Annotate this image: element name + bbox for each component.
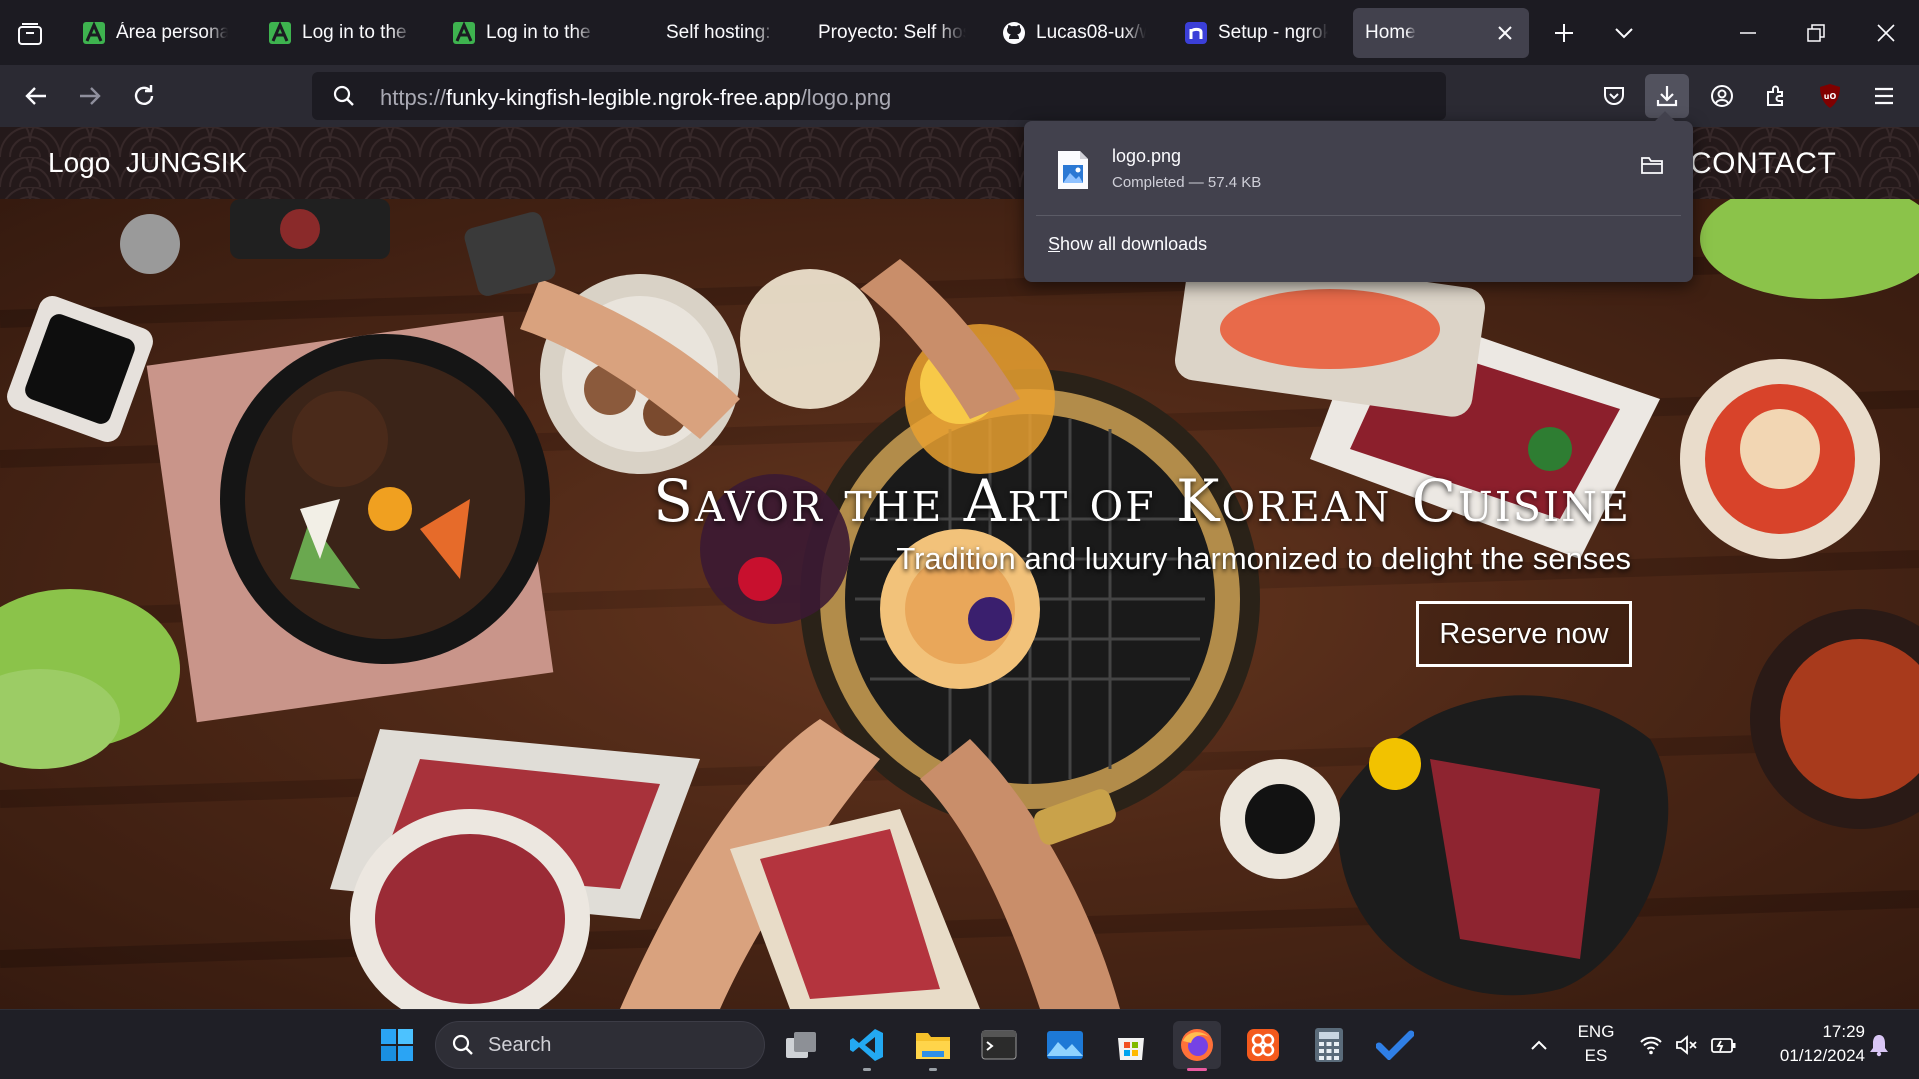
downloads-button[interactable] bbox=[1645, 74, 1689, 118]
image-file-icon bbox=[1056, 149, 1090, 196]
tab-github[interactable]: Lucas08-ux/w bbox=[990, 8, 1158, 58]
search-icon bbox=[332, 84, 356, 108]
show-all-downloads-link[interactable]: Show all downloads bbox=[1048, 234, 1207, 255]
downloads-panel: logo.png Completed — 57.4 KB Show all do… bbox=[1024, 111, 1693, 282]
url-path: /logo.png bbox=[800, 85, 892, 110]
show-hidden-icons-chevron[interactable] bbox=[1515, 1021, 1563, 1069]
new-tab-icon[interactable] bbox=[1548, 17, 1580, 49]
restore-icon[interactable] bbox=[1800, 17, 1832, 49]
running-indicator bbox=[929, 1068, 937, 1071]
ublock-origin-icon[interactable]: uO bbox=[1808, 74, 1852, 118]
tab-self-hosting[interactable]: Self hosting: c bbox=[654, 8, 788, 58]
show-all-label: how all downloads bbox=[1060, 234, 1208, 254]
tab-title: Área personal bbox=[116, 22, 228, 43]
url-text: https://funky-kingfish-legible.ngrok-fre… bbox=[380, 85, 891, 111]
tab-ngrok-setup[interactable]: Setup - ngrok bbox=[1172, 8, 1340, 58]
wifi-icon[interactable] bbox=[1638, 1032, 1664, 1058]
forward-button[interactable] bbox=[68, 74, 112, 118]
firefox-icon[interactable] bbox=[1173, 1021, 1221, 1071]
hero-section: Savor the Art of Korean Cuisine Traditio… bbox=[0, 199, 1919, 1009]
pocket-button[interactable] bbox=[1592, 74, 1636, 118]
tab-log-in-1[interactable]: Log in to the s bbox=[256, 8, 424, 58]
search-placeholder: Search bbox=[488, 1033, 552, 1056]
svg-text:uO: uO bbox=[1824, 92, 1837, 101]
tab-strip: Área personal Log in to the s Log in to … bbox=[0, 0, 1919, 65]
close-window-icon[interactable] bbox=[1870, 17, 1902, 49]
moodle-a-icon bbox=[268, 21, 292, 45]
tab-title: Log in to the s bbox=[302, 22, 412, 43]
photos-icon[interactable] bbox=[1041, 1021, 1089, 1069]
tab-manager-icon[interactable] bbox=[14, 18, 46, 50]
download-file-name: logo.png bbox=[1112, 146, 1182, 166]
battery-charging-icon[interactable] bbox=[1710, 1032, 1738, 1058]
microsoft-store-icon[interactable] bbox=[1107, 1021, 1155, 1069]
download-status: Completed — 57.4 KB bbox=[1112, 174, 1262, 191]
moodle-a-icon bbox=[452, 21, 476, 45]
clock-date: 01/12/2024 bbox=[1779, 1046, 1865, 1065]
vscode-icon[interactable] bbox=[843, 1021, 891, 1071]
divider bbox=[1036, 215, 1681, 216]
notification-bell-icon[interactable] bbox=[1866, 1032, 1892, 1058]
account-icon[interactable] bbox=[1700, 74, 1744, 118]
volume-muted-icon[interactable] bbox=[1674, 1032, 1700, 1058]
site-logo[interactable]: Logo JUNGSIK bbox=[48, 147, 247, 179]
todo-checkmark-icon[interactable] bbox=[1371, 1021, 1419, 1069]
url-host: funky-kingfish-legible.ngrok-free.app bbox=[446, 85, 801, 110]
extensions-icon[interactable] bbox=[1754, 74, 1798, 118]
tab-proyecto[interactable]: Proyecto: Self host bbox=[806, 8, 978, 58]
running-indicator bbox=[863, 1068, 871, 1071]
taskbar-search[interactable]: Search bbox=[435, 1021, 765, 1069]
input-language[interactable]: ENG ES bbox=[1570, 1022, 1622, 1066]
tab-home[interactable]: Home bbox=[1353, 8, 1529, 58]
tab-title: Home bbox=[1365, 22, 1416, 43]
tab-title: Self hosting: c bbox=[666, 22, 776, 43]
keyboard-layout: ES bbox=[1584, 1046, 1608, 1065]
calculator-icon[interactable] bbox=[1305, 1021, 1353, 1069]
clock-time: 17:29 bbox=[1822, 1022, 1865, 1041]
moodle-a-icon bbox=[82, 21, 106, 45]
start-button[interactable] bbox=[373, 1021, 421, 1069]
tab-title: Setup - ngrok bbox=[1218, 22, 1328, 43]
list-all-tabs-icon[interactable] bbox=[1608, 17, 1640, 49]
minimize-icon[interactable] bbox=[1732, 17, 1764, 49]
navigation-toolbar: https://funky-kingfish-legible.ngrok-fre… bbox=[0, 65, 1919, 127]
tab-title: Log in to the s bbox=[486, 22, 596, 43]
ngrok-icon bbox=[1184, 21, 1208, 45]
hero-subtitle: Tradition and luxury harmonized to delig… bbox=[896, 541, 1631, 576]
close-tab-icon[interactable] bbox=[1493, 21, 1517, 45]
download-item[interactable]: logo.png Completed — 57.4 KB bbox=[1034, 129, 1683, 203]
terminal-icon[interactable] bbox=[975, 1021, 1023, 1069]
tab-area-personal[interactable]: Área personal bbox=[70, 8, 240, 58]
tab-log-in-2[interactable]: Log in to the s bbox=[440, 8, 608, 58]
tab-title: Lucas08-ux/w bbox=[1036, 22, 1146, 43]
clock[interactable]: 17:29 01/12/2024 bbox=[1755, 1022, 1865, 1066]
back-button[interactable] bbox=[14, 74, 58, 118]
file-explorer-icon[interactable] bbox=[909, 1021, 957, 1071]
language-code: ENG bbox=[1577, 1022, 1615, 1041]
hamburger-menu-icon[interactable] bbox=[1862, 74, 1906, 118]
windows-taskbar: Search ENG ES 17:29 01/12/2024 bbox=[0, 1009, 1919, 1079]
url-scheme: https:// bbox=[380, 85, 447, 110]
show-in-folder-icon[interactable] bbox=[1640, 155, 1664, 180]
reserve-now-button[interactable]: Reserve now bbox=[1416, 601, 1632, 667]
reload-button[interactable] bbox=[122, 74, 166, 118]
nav-contact-link[interactable]: CONTACT bbox=[1690, 147, 1836, 181]
office-app-icon[interactable] bbox=[1239, 1021, 1287, 1069]
address-bar[interactable]: https://funky-kingfish-legible.ngrok-fre… bbox=[312, 72, 1446, 120]
access-key-letter: S bbox=[1048, 234, 1061, 254]
tab-title: Proyecto: Self host bbox=[818, 22, 966, 43]
task-view-icon[interactable] bbox=[777, 1021, 825, 1069]
running-indicator bbox=[1187, 1068, 1207, 1071]
github-icon bbox=[1002, 21, 1026, 45]
hero-title: Savor the Art of Korean Cuisine bbox=[653, 467, 1631, 535]
search-icon bbox=[452, 1034, 473, 1055]
